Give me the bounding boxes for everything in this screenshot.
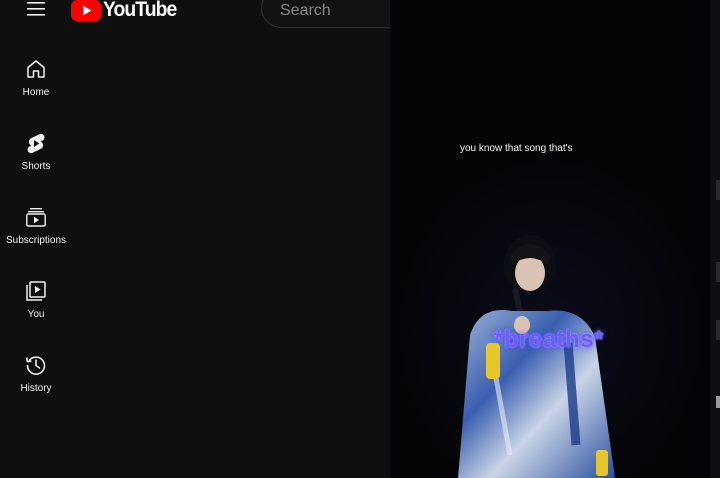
- next-panel-edge: [710, 0, 720, 478]
- sidebar-item-label: Home: [22, 87, 50, 98]
- sidebar-item-home[interactable]: Home: [0, 52, 72, 122]
- video-caption-overlay: *breaths*: [494, 326, 604, 353]
- youtube-play-icon: [71, 0, 101, 21]
- video-caption-text: you know that song that's: [460, 143, 573, 154]
- shorts-video-player[interactable]: you know that song that's *breaths*: [390, 0, 710, 478]
- shorts-icon: [27, 133, 45, 154]
- edge-mark: [716, 180, 720, 200]
- you-icon: [26, 281, 46, 301]
- youtube-logo[interactable]: YouTube: [71, 0, 183, 23]
- sidebar-item-subscriptions[interactable]: Subscriptions: [0, 200, 72, 270]
- subscriptions-icon: [26, 208, 46, 227]
- edge-mark: [716, 320, 720, 340]
- logo-text: YouTube: [103, 0, 177, 21]
- menu-icon[interactable]: [24, 0, 48, 22]
- sidebar-item-label: History: [20, 383, 52, 394]
- sidebar-item-label: You: [27, 309, 45, 320]
- edge-mark: [716, 262, 720, 282]
- sidebar-item-history[interactable]: History: [0, 348, 72, 418]
- home-icon: [27, 60, 45, 78]
- sidebar-item-shorts[interactable]: Shorts: [0, 126, 72, 196]
- sidebar-item-label: Shorts: [21, 161, 51, 172]
- sidebar-item-you[interactable]: You: [0, 274, 72, 344]
- sidebar-item-label: Subscriptions: [5, 235, 67, 246]
- edge-mark: [716, 396, 720, 408]
- history-icon: [26, 356, 46, 375]
